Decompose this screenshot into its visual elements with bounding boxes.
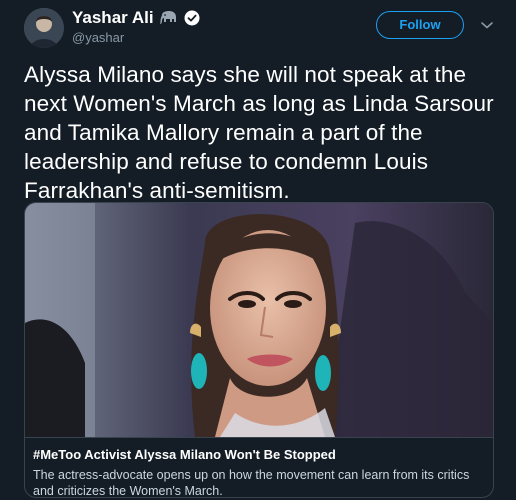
- avatar-image: [24, 8, 64, 48]
- author-handle[interactable]: @yashar: [72, 30, 124, 45]
- avatar[interactable]: [24, 8, 64, 48]
- tweet-text: Alyssa Milano says she will not speak at…: [24, 62, 494, 203]
- author-name[interactable]: Yashar Ali: [72, 8, 154, 28]
- tweet-header: Yashar Ali @yashar Follow: [24, 8, 504, 48]
- author-name-row[interactable]: Yashar Ali: [72, 8, 200, 28]
- card-title[interactable]: #MeToo Activist Alyssa Milano Won't Be S…: [33, 446, 485, 463]
- elephant-icon: [159, 11, 176, 24]
- card-description: The actress-advocate opens up on how the…: [33, 468, 470, 498]
- follow-button[interactable]: Follow: [376, 11, 464, 39]
- chevron-down-icon[interactable]: [481, 20, 493, 30]
- verified-icon: [184, 10, 200, 26]
- card-body[interactable]: #MeToo Activist Alyssa Milano Won't Be S…: [25, 437, 493, 497]
- card-image[interactable]: [25, 203, 493, 437]
- link-card[interactable]: #MeToo Activist Alyssa Milano Won't Be S…: [24, 202, 494, 498]
